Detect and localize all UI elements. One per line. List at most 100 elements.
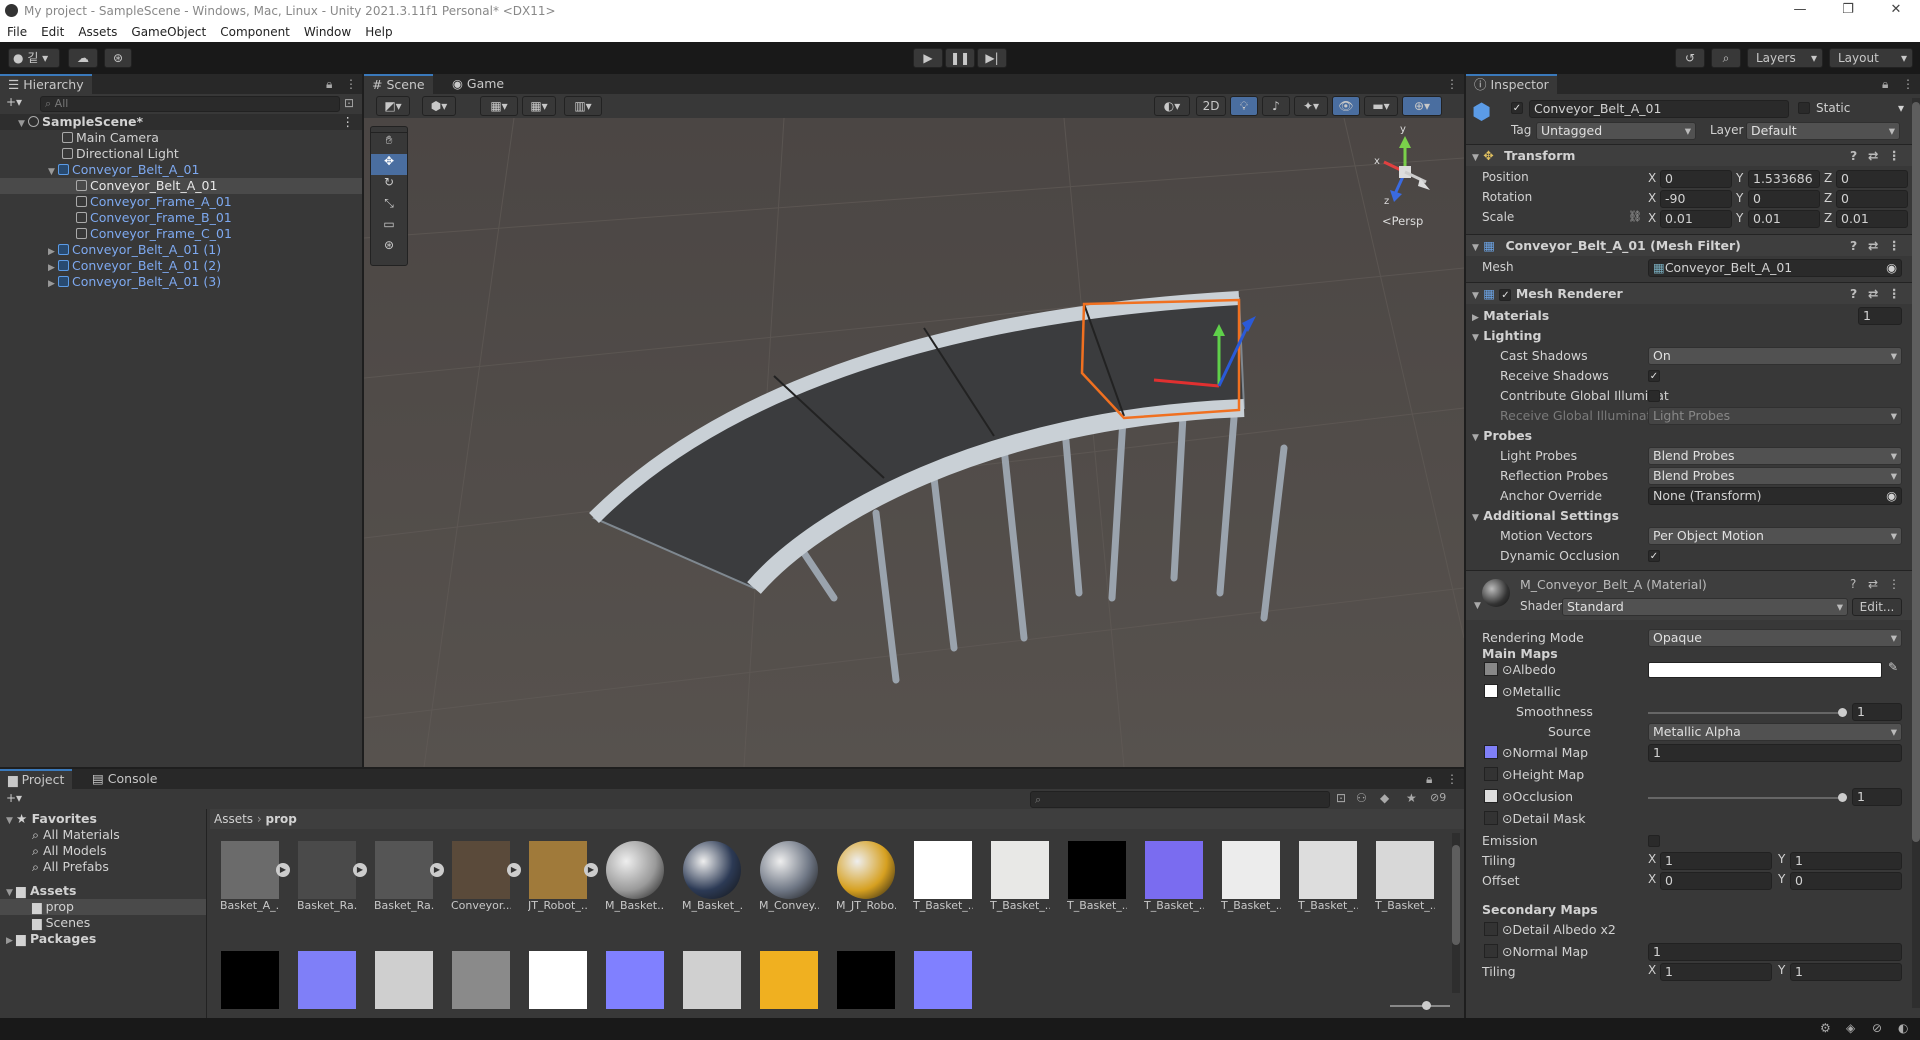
expand-prefab-icon[interactable]: ▶ [584, 863, 598, 877]
rotate-tool-icon[interactable]: ↻ [371, 175, 407, 196]
preset-icon[interactable]: ⇄ [1868, 283, 1878, 305]
favorites-header[interactable]: ▼ ★ Favorites [0, 811, 206, 827]
layers-dropdown[interactable]: Layers ▾ [1747, 48, 1823, 68]
preset-icon[interactable]: ⇄ [1868, 145, 1878, 167]
mesh-renderer-header[interactable]: ▼ ▦ ✓ Mesh Renderer ? ⇄ ⋮ [1466, 282, 1912, 304]
materials-foldout[interactable]: ▶ Materials [1472, 306, 1549, 326]
z-axis-label[interactable]: Z [1824, 211, 1832, 225]
tab-hierarchy[interactable]: ☰ Hierarchy [0, 74, 92, 94]
search-button[interactable]: ⌕ [1711, 48, 1741, 68]
asset-item[interactable]: T_Basket_... [913, 841, 973, 912]
asset-item[interactable]: M_Convey... [759, 841, 819, 912]
layout-dropdown[interactable]: Layout ▾ [1829, 48, 1913, 68]
tab-scene[interactable]: # Scene [364, 74, 433, 94]
object-picker-icon[interactable]: ◉ [1886, 488, 1897, 504]
lighting-status-icon[interactable]: ◐ [1898, 1021, 1908, 1035]
offset-x-field[interactable]: 0 [1660, 872, 1772, 890]
grid-icon[interactable]: ▦▾ [522, 96, 556, 116]
layers-icon[interactable]: ◈ [1846, 1021, 1855, 1035]
z-axis-label[interactable]: Z [1824, 171, 1832, 185]
detail-mask-texture-slot[interactable] [1484, 811, 1498, 825]
contribute-gi-checkbox[interactable] [1648, 390, 1660, 402]
layer-dropdown[interactable]: Default [1746, 122, 1900, 140]
hand-tool-icon[interactable]: ✋︎ [371, 133, 407, 154]
tiling-y-field[interactable]: 1 [1790, 852, 1902, 870]
breadcrumb-assets[interactable]: Assets [214, 812, 253, 826]
menu-file[interactable]: File [0, 22, 34, 39]
breadcrumb-prop[interactable]: prop [266, 812, 297, 826]
preset-icon[interactable]: ⇄ [1868, 235, 1878, 257]
normal-map-texture-slot[interactable] [1484, 745, 1498, 759]
help-icon[interactable]: ? [1850, 235, 1857, 257]
grid-snap-icon[interactable]: ▦▾ [480, 96, 518, 116]
draw-mode-icon[interactable]: ◩▾ [376, 96, 410, 116]
favorite-item[interactable]: ⌕ All Materials [0, 827, 206, 843]
collab-button[interactable]: ⊛ [104, 48, 132, 68]
texture-thumbnail[interactable] [837, 951, 895, 1009]
search-filter-icon[interactable]: ⊡ [344, 96, 354, 110]
increment-snap-icon[interactable]: ▥▾ [564, 96, 602, 116]
cast-shadows-dropdown[interactable]: On [1648, 347, 1902, 365]
albedo-color-swatch[interactable] [1648, 662, 1882, 678]
eyedropper-icon[interactable]: ✎ [1888, 660, 1898, 674]
x-axis-label[interactable]: X [1648, 191, 1656, 205]
help-icon[interactable]: ? [1850, 577, 1856, 591]
tree-item[interactable]: ▶ Conveyor_Belt_A_01 (3) [0, 274, 362, 290]
anchor-override-field[interactable]: None (Transform) ◉ [1648, 487, 1902, 505]
inspector-scrollbar[interactable] [1912, 98, 1920, 1008]
rotation-z-field[interactable]: 0 [1836, 190, 1908, 208]
tree-item-selected[interactable]: Conveyor_Belt_A_01 [0, 178, 362, 194]
edit-shader-button[interactable]: Edit... [1852, 598, 1902, 616]
tiling2-x-field[interactable]: 1 [1660, 963, 1772, 981]
asset-item[interactable]: T_Basket_... [990, 841, 1050, 912]
transform-tool-icon[interactable]: ⊛ [371, 238, 407, 259]
occlusion-field[interactable]: 1 [1852, 788, 1902, 806]
texture-thumbnail[interactable] [221, 951, 279, 1009]
rendering-mode-dropdown[interactable]: Opaque [1648, 629, 1902, 647]
debug-icon[interactable]: ⚙ [1820, 1021, 1831, 1035]
tag-dropdown[interactable]: Untagged [1536, 122, 1696, 140]
asset-item[interactable]: M_JT_Robo... [836, 841, 896, 912]
assets-folder[interactable]: ▼ ▆ Assets [0, 883, 206, 899]
constrain-proportions-icon[interactable]: ⛓︎ [1628, 210, 1642, 223]
gizmos-icon[interactable]: ⊕▾ [1402, 96, 1442, 116]
asset-item[interactable]: M_Basket_... [682, 841, 742, 912]
y-axis-label[interactable]: Y [1736, 211, 1743, 225]
materials-count-field[interactable]: 1 [1858, 307, 1902, 325]
height-map-texture-slot[interactable] [1484, 767, 1498, 781]
texture-thumbnail[interactable] [606, 951, 664, 1009]
material-header[interactable]: M_Conveyor_Belt_A (Material) ▼ Shader St… [1466, 570, 1912, 620]
label-icon[interactable]: ◆ [1380, 791, 1389, 805]
scene-row[interactable]: ▼ SampleScene* ⋮ [0, 114, 362, 130]
smoothness-slider-handle[interactable] [1838, 708, 1847, 717]
asset-item[interactable]: T_Basket_... [1144, 841, 1204, 912]
asset-item[interactable]: ▶ Basket_Ra... [374, 841, 444, 912]
object-picker-icon[interactable]: ◉ [1886, 260, 1897, 276]
position-z-field[interactable]: 0 [1836, 170, 1908, 188]
move-tool-icon[interactable]: ✥ [371, 154, 407, 175]
asset-item[interactable]: T_Basket_... [1298, 841, 1358, 912]
static-checkbox[interactable] [1798, 102, 1810, 114]
menu-window[interactable]: Window [297, 22, 358, 39]
zoom-slider-handle[interactable] [1422, 1001, 1431, 1010]
tree-item[interactable]: Conveyor_Frame_C_01 [0, 226, 362, 242]
emission-checkbox[interactable] [1648, 835, 1660, 847]
mesh-field[interactable]: ▦Conveyor_Belt_A_01 ◉ [1648, 259, 1902, 277]
tab-game[interactable]: ◉ Game [444, 74, 512, 94]
normal-map-field[interactable]: 1 [1648, 744, 1902, 762]
asset-item[interactable]: M_Basket... [605, 841, 665, 912]
scale-z-field[interactable]: 0.01 [1836, 210, 1908, 228]
orientation-gizmo[interactable]: y x z [1360, 124, 1450, 212]
favorite-icon[interactable]: ★ [1406, 791, 1417, 805]
asset-item[interactable]: T_Basket_... [1067, 841, 1127, 912]
texture-thumbnail[interactable] [914, 951, 972, 1009]
position-x-field[interactable]: 0 [1660, 170, 1732, 188]
create-asset-button[interactable]: +▾ [6, 791, 22, 805]
menu-assets[interactable]: Assets [71, 22, 124, 39]
account-button[interactable]: ● 깉 ▾ [8, 48, 60, 68]
cloud-button[interactable]: ☁ [68, 48, 98, 68]
shader-dropdown[interactable]: Standard [1562, 598, 1848, 616]
lighting-icon[interactable]: 💡︎ [1230, 96, 1258, 116]
preset-icon[interactable]: ⇄ [1868, 577, 1878, 591]
tree-item[interactable]: ▼ Conveyor_Belt_A_01 [0, 162, 362, 178]
